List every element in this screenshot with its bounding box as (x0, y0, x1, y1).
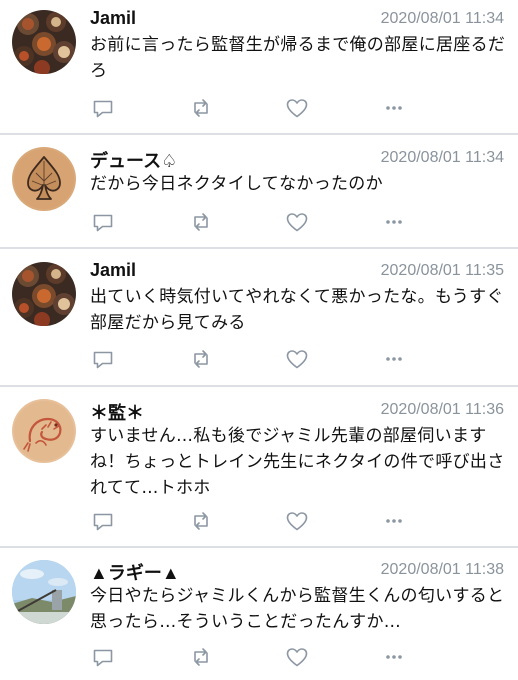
more-options-icon[interactable] (382, 645, 406, 669)
tweet-text: 今日やたらジャミルくんから監督生くんの匂いすると思ったら…そういうことだったんす… (90, 586, 505, 632)
display-name[interactable]: Jamil (90, 8, 136, 29)
tweet-text: 出ていく時気付いてやれなくて悪かったな。もうすぐ部屋だから見てみる (90, 287, 504, 333)
tweet-actions (0, 347, 518, 371)
spade-drawing-avatar-icon (12, 147, 76, 211)
tweet[interactable]: ▲ラギー▲ 2020/08/01 11:38 今日やたらジャミルくんから監督生く… (0, 548, 518, 680)
timestamp: 2020/08/01 11:38 (380, 561, 504, 578)
more-options-icon[interactable] (382, 509, 406, 533)
dish-photo-avatar-icon (12, 10, 76, 74)
reply-icon[interactable] (91, 645, 115, 669)
display-name[interactable]: Jamil (90, 260, 136, 281)
avatar[interactable] (12, 399, 76, 463)
retweet-icon[interactable] (189, 347, 213, 371)
retweet-icon[interactable] (189, 509, 213, 533)
tweet-text: すいません…私も後でジャミル先輩の部屋伺いますね！ちょっとトレイン先生にネクタイ… (90, 426, 505, 498)
tweet[interactable]: Jamil 2020/08/01 11:34 お前に言ったら監督生が帰るまで俺の… (0, 0, 518, 134)
like-heart-icon[interactable] (285, 645, 309, 669)
shrimp-drawing-avatar-icon (12, 399, 76, 463)
display-name[interactable]: ▲ラギー▲ (90, 559, 180, 585)
retweet-icon[interactable] (189, 210, 213, 234)
tweet-actions (0, 645, 518, 669)
timestamp: 2020/08/01 11:35 (380, 262, 504, 279)
display-name[interactable]: ＊監＊ (90, 399, 144, 425)
retweet-icon[interactable] (189, 645, 213, 669)
timestamp: 2020/08/01 11:34 (380, 149, 504, 166)
like-heart-icon[interactable] (285, 96, 309, 120)
tweet[interactable]: デュース♤ 2020/08/01 11:34 だから今日ネクタイしてなかったのか (0, 135, 518, 248)
more-options-icon[interactable] (382, 210, 406, 234)
sky-landscape-avatar-icon (12, 560, 76, 624)
dish-photo-avatar-icon (12, 262, 76, 326)
tweet-actions (0, 96, 518, 120)
like-heart-icon[interactable] (285, 509, 309, 533)
avatar[interactable] (12, 560, 76, 624)
avatar[interactable] (12, 147, 76, 211)
tweet-actions (0, 509, 518, 533)
more-options-icon[interactable] (382, 347, 406, 371)
like-heart-icon[interactable] (285, 347, 309, 371)
avatar[interactable] (12, 262, 76, 326)
tweet[interactable]: ＊監＊ 2020/08/01 11:36 すいません…私も後でジャミル先輩の部屋… (0, 387, 518, 547)
tweet-timeline: Jamil 2020/08/01 11:34 お前に言ったら監督生が帰るまで俺の… (0, 0, 518, 680)
timestamp: 2020/08/01 11:34 (380, 10, 504, 27)
tweet-text: だから今日ネクタイしてなかったのか (90, 174, 383, 194)
reply-icon[interactable] (91, 347, 115, 371)
reply-icon[interactable] (91, 96, 115, 120)
tweet-actions (0, 210, 518, 234)
reply-icon[interactable] (91, 509, 115, 533)
tweet-text: お前に言ったら監督生が帰るまで俺の部屋に居座るだろ (90, 35, 506, 81)
timestamp: 2020/08/01 11:36 (380, 401, 504, 418)
like-heart-icon[interactable] (285, 210, 309, 234)
more-options-icon[interactable] (382, 96, 406, 120)
retweet-icon[interactable] (189, 96, 213, 120)
reply-icon[interactable] (91, 210, 115, 234)
avatar[interactable] (12, 10, 76, 74)
tweet[interactable]: Jamil 2020/08/01 11:35 出ていく時気付いてやれなくて悪かっ… (0, 249, 518, 386)
display-name[interactable]: デュース♤ (90, 147, 177, 173)
